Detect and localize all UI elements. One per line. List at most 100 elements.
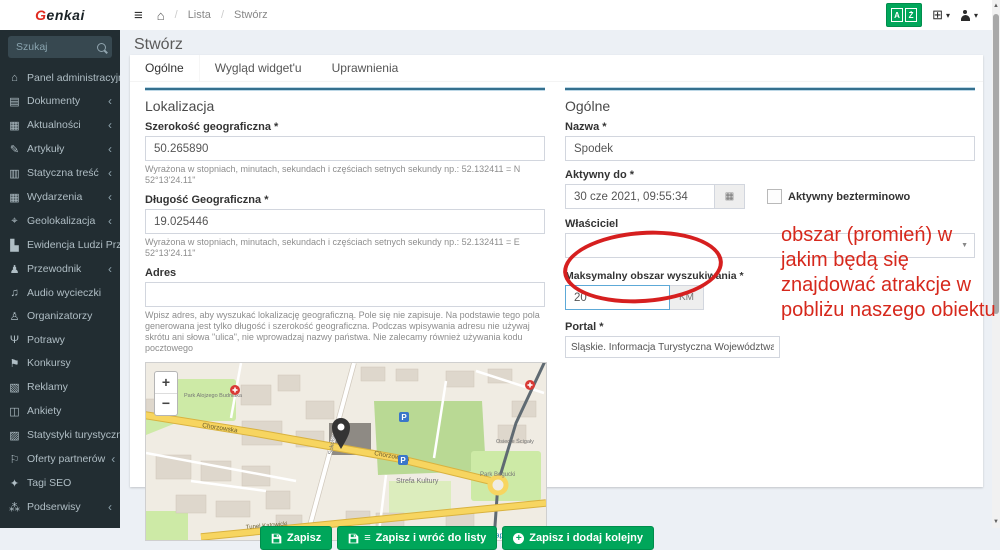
lat-label: Szerokość geograficzna * (145, 121, 545, 133)
calendar-button[interactable]: ▦ (715, 184, 745, 209)
main-content: Stwórz Ogólne Wygląd widget'u Uprawnieni… (120, 30, 992, 528)
handshake-icon: ⚐ (8, 453, 21, 466)
chevron-left-icon: ‹ (108, 168, 112, 178)
tab-ogolne[interactable]: Ogólne (130, 55, 200, 81)
map-canvas: Park Alojzego Budniaka Chorzowska Chorzo… (146, 363, 546, 540)
active-to-input[interactable] (565, 184, 715, 209)
parking-icon: P (399, 412, 409, 422)
tab-wyglad-widgetu[interactable]: Wygląd widget'u (200, 55, 317, 81)
chevron-left-icon: ‹ (108, 216, 112, 226)
chevron-down-icon: ▾ (946, 11, 950, 20)
active-indefinitely-checkbox[interactable] (767, 189, 782, 204)
sidebar-item-tagi-seo[interactable]: ✦Tagi SEO (0, 471, 120, 495)
address-input[interactable] (145, 282, 545, 307)
scroll-down-arrow[interactable]: ▼ (992, 516, 1000, 528)
language-toggle-button[interactable]: A Ż (886, 3, 922, 27)
radius-input[interactable] (565, 285, 670, 310)
guide-icon: ♟ (8, 263, 21, 276)
search-input[interactable] (14, 40, 97, 54)
breadcrumb-item-stworz: Stwórz (234, 9, 268, 21)
zoom-out-button[interactable]: − (155, 394, 177, 415)
ad-icon: ▧ (8, 381, 21, 394)
poll-icon: ◫ (8, 405, 21, 418)
section-title-ogolne: Ogólne (565, 98, 975, 114)
sidebar: ⌂Panel administracyjny ▤Dokumenty‹ ▦Aktu… (0, 30, 120, 528)
sidebar-item-ewidencja-ludzi-przemyslu[interactable]: ▙Ewidencja Ludzi Przemysłu (0, 233, 120, 257)
sidebar-item-geolokalizacja[interactable]: ⌖Geolokalizacja‹ (0, 209, 120, 233)
breadcrumb: ⌂ / Lista / Stwórz (157, 8, 268, 23)
breadcrumb-item-lista[interactable]: Lista (188, 9, 211, 21)
lat-input[interactable] (145, 136, 545, 161)
lng-input[interactable] (145, 209, 545, 234)
sidebar-item-oferty-partnerow[interactable]: ⚐Oferty partnerów‹ (0, 447, 120, 471)
chevron-left-icon: ‹ (108, 144, 112, 154)
sitemap-icon: ⁂ (8, 501, 21, 514)
sidebar-item-audio-wycieczki[interactable]: ♫Audio wycieczki (0, 281, 120, 304)
user-menu-button[interactable]: ▾ (960, 10, 978, 21)
user-icon (960, 10, 971, 21)
list-icon: ≡ (364, 533, 370, 544)
sidebar-item-organizatorzy[interactable]: ♙Organizatorzy (0, 304, 120, 328)
section-title-lokalizacja: Lokalizacja (145, 98, 545, 114)
name-input[interactable] (565, 136, 975, 161)
svg-text:P: P (401, 413, 407, 422)
app-logo[interactable]: Genkai (0, 0, 120, 31)
save-button[interactable]: Zapisz (260, 526, 332, 550)
sidebar-item-statyczna-tresc[interactable]: ▥Statyczna treść‹ (0, 161, 120, 185)
sidebar-toggle-icon[interactable]: ≡ (120, 7, 157, 24)
flag-icon: ⚑ (8, 357, 21, 370)
tab-uprawnienia[interactable]: Uprawnienia (317, 55, 414, 81)
sidebar-item-potrawy[interactable]: ΨPotrawy (0, 328, 120, 351)
brand-text: Genkai (35, 7, 85, 23)
sidebar-item-konkursy[interactable]: ⚑Konkursy (0, 351, 120, 375)
hospital-icon (230, 385, 240, 395)
search-icon[interactable] (97, 43, 106, 52)
chevron-left-icon: ‹ (108, 502, 112, 512)
calendar-icon: ▦ (8, 191, 21, 204)
save-and-back-button[interactable]: ≡ Zapisz i wróć do listy (337, 526, 497, 550)
home-icon[interactable]: ⌂ (157, 8, 165, 23)
chevron-left-icon: ‹ (111, 454, 115, 464)
top-navbar: ≡ ⌂ / Lista / Stwórz A Ż ⊞ ▾ ▾ (120, 0, 992, 31)
save-icon (271, 533, 282, 544)
sidebar-item-artykuly[interactable]: ✎Artykuły‹ (0, 137, 120, 161)
column-divider (565, 88, 975, 90)
user-icon: ♙ (8, 310, 21, 323)
map-label-strefa-kultury: Strefa Kultury (396, 478, 439, 485)
portal-input[interactable] (565, 336, 780, 358)
scroll-up-arrow[interactable]: ▲ (992, 0, 1000, 12)
map-marker-icon: ⌖ (8, 215, 21, 228)
lng-label: Długość Geograficzna * (145, 194, 545, 206)
zoom-in-button[interactable]: + (155, 372, 177, 394)
pencil-icon: ✎ (8, 143, 21, 156)
leaflet-map[interactable]: Park Alojzego Budniaka Chorzowska Chorzo… (145, 362, 547, 541)
sidebar-search (8, 36, 112, 58)
sidebar-item-przewodnik[interactable]: ♟Przewodnik‹ (0, 257, 120, 281)
chevron-left-icon: ‹ (108, 264, 112, 274)
apps-menu-button[interactable]: ⊞ ▾ (932, 7, 950, 23)
hospital-icon (525, 380, 535, 390)
lat-help: Wyrażona w stopniach, minutach, sekundac… (145, 164, 545, 186)
industry-icon: ▙ (8, 239, 21, 252)
save-icon (348, 533, 359, 544)
newspaper-icon: ▦ (8, 119, 21, 132)
language-a-icon: A (891, 8, 903, 22)
sidebar-item-wydarzenia[interactable]: ▦Wydarzenia‹ (0, 185, 120, 209)
sidebar-item-aktualnosci[interactable]: ▦Aktualności‹ (0, 113, 120, 137)
park-area (174, 379, 236, 421)
sidebar-item-reklamy[interactable]: ▧Reklamy (0, 375, 120, 399)
stats-icon: ▨ (8, 429, 21, 442)
sidebar-item-ankiety[interactable]: ◫Ankiety (0, 399, 120, 423)
tags-icon: ✦ (8, 477, 21, 490)
cutlery-icon: Ψ (8, 334, 21, 346)
save-and-add-button[interactable]: + Zapisz i dodaj kolejny (502, 526, 654, 550)
address-help: Wpisz adres, aby wyszukać lokalizację ge… (145, 310, 545, 354)
active-indefinitely-label: Aktywny bezterminowo (788, 191, 910, 203)
sidebar-item-dokumenty[interactable]: ▤Dokumenty‹ (0, 89, 120, 113)
chevron-left-icon: ‹ (108, 192, 112, 202)
sidebar-item-podserwisy[interactable]: ⁂Podserwisy‹ (0, 495, 120, 519)
calendar-icon: ▦ (725, 191, 734, 202)
sidebar-item-statystyki-turystyczne[interactable]: ▨Statystyki turystyczne‹ (0, 423, 120, 447)
active-to-label: Aktywny do * (565, 169, 975, 181)
sidebar-item-panel-administracyjny[interactable]: ⌂Panel administracyjny (0, 66, 120, 89)
